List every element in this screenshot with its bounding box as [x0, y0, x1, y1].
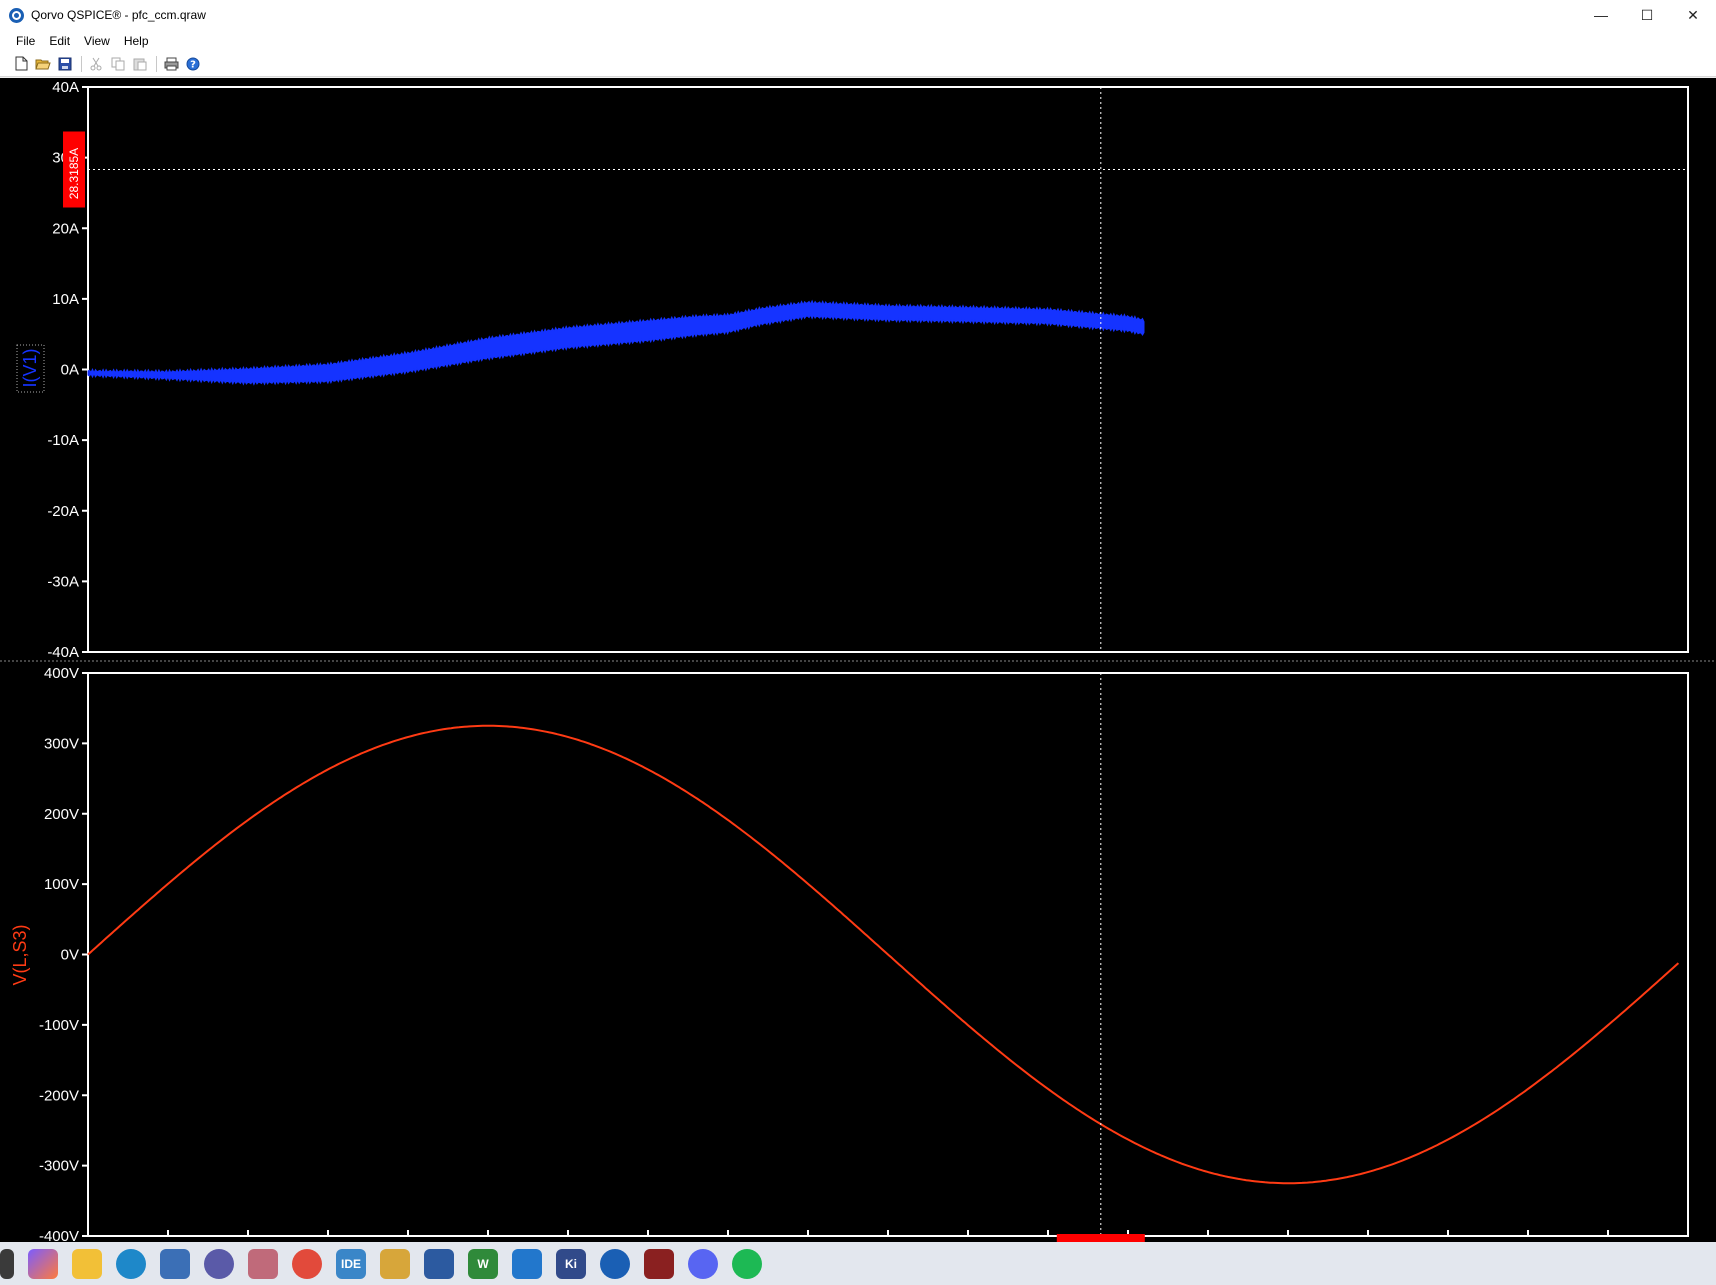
app-star-icon[interactable] — [380, 1248, 410, 1279]
app-red-icon[interactable] — [644, 1248, 674, 1279]
current-trace-band — [87, 299, 1145, 386]
svg-text:?: ? — [190, 59, 196, 70]
y-tick-label: -20A — [47, 503, 79, 520]
menu-help[interactable]: Help — [124, 34, 149, 48]
toolbar-separator — [156, 55, 157, 72]
start-icon[interactable] — [0, 1248, 14, 1279]
ide-icon[interactable]: IDE — [336, 1248, 366, 1279]
cursor-value-label: 28.3185A — [63, 131, 85, 208]
discord-icon[interactable] — [688, 1248, 718, 1279]
maximize-button[interactable]: ☐ — [1624, 0, 1670, 30]
voltage-trace-label[interactable]: V(L,S3) — [10, 924, 30, 985]
toolbar-separator — [81, 55, 82, 72]
svg-text:28.3185A: 28.3185A — [67, 148, 81, 199]
y-tick-label: 100V — [44, 876, 79, 893]
y-tick-label: -100V — [39, 1017, 79, 1034]
y-tick-label: 0V — [61, 947, 79, 964]
menu-file[interactable]: File — [16, 34, 35, 48]
title-bar: Qorvo QSPICE® - pfc_ccm.qraw — ☐ ✕ — [0, 0, 1716, 30]
store-icon[interactable] — [160, 1248, 190, 1279]
y-tick-label: 200V — [44, 806, 79, 823]
qspice-taskbar-icon[interactable] — [600, 1248, 630, 1279]
app-atom-icon[interactable] — [248, 1248, 278, 1279]
app-w-icon[interactable]: W — [468, 1248, 498, 1279]
cut-icon[interactable] — [87, 55, 105, 73]
help-icon[interactable]: ? — [184, 55, 202, 73]
current-plot-pane[interactable]: 40A30A20A10A0A-10A-20A-30A-40A 28.3185A … — [16, 79, 1689, 661]
voltage-trace-line — [87, 724, 1680, 1185]
y-tick-label: -40A — [47, 644, 79, 661]
chrome-icon[interactable] — [292, 1248, 322, 1279]
cursor-time-label — [1056, 1234, 1145, 1242]
y-tick-label: 400V — [44, 665, 79, 682]
y-tick-label: 300V — [44, 735, 79, 752]
vscode-icon[interactable] — [512, 1248, 542, 1279]
save-icon[interactable] — [56, 55, 74, 73]
spotify-icon[interactable] — [732, 1248, 762, 1279]
y-tick-label: 40A — [52, 79, 79, 96]
y-tick-label: 0A — [61, 362, 79, 379]
close-button[interactable]: ✕ — [1670, 0, 1716, 30]
current-trace-label[interactable]: I(V1) — [16, 344, 45, 393]
paste-icon[interactable] — [131, 55, 149, 73]
minimize-button[interactable]: — — [1578, 0, 1624, 30]
window-title: Qorvo QSPICE® - pfc_ccm.qraw — [31, 8, 206, 22]
y-tick-label: -300V — [39, 1158, 79, 1175]
y-tick-label: -30A — [47, 573, 79, 590]
copy-icon[interactable] — [109, 55, 127, 73]
svg-text:I(V1): I(V1) — [20, 348, 40, 387]
app-mail-icon[interactable] — [424, 1248, 454, 1279]
waveform-viewer[interactable]: 40A30A20A10A0A-10A-20A-30A-40A 28.3185A … — [0, 78, 1716, 1242]
print-icon[interactable] — [162, 55, 180, 73]
menu-view[interactable]: View — [84, 34, 110, 48]
taskbar: IDE W Ki — [0, 1242, 1716, 1285]
y-tick-label: 10A — [52, 291, 79, 308]
kicad-icon[interactable]: Ki — [556, 1248, 586, 1279]
new-document-icon[interactable] — [12, 55, 30, 73]
toolbar: ? — [0, 51, 1716, 77]
menu-edit[interactable]: Edit — [49, 34, 70, 48]
qspice-app-icon — [9, 7, 24, 23]
app-hex-icon[interactable] — [204, 1248, 234, 1279]
file-explorer-icon[interactable] — [72, 1248, 102, 1279]
voltage-plot-pane[interactable]: 400V 300V 200V 100V 0V -100V -200V -300V -400V V… — [10, 665, 1689, 1242]
y-tick-label: -10A — [47, 432, 79, 449]
y-tick-label: 20A — [52, 220, 79, 237]
y-tick-label: -200V — [39, 1087, 79, 1104]
open-folder-icon[interactable] — [34, 55, 52, 73]
menu-bar: File Edit View Help — [0, 30, 1716, 51]
y-tick-label: -400V — [39, 1228, 79, 1242]
window-controls: — ☐ ✕ — [1578, 0, 1716, 30]
copilot-icon[interactable] — [28, 1248, 58, 1279]
waveform-plots-svg[interactable]: 40A30A20A10A0A-10A-20A-30A-40A 28.3185A … — [0, 78, 1716, 1242]
voltage-y-axis: 400V 300V 200V 100V 0V -100V -200V -300V -400V — [39, 665, 88, 1242]
edge-browser-icon[interactable] — [116, 1248, 146, 1279]
